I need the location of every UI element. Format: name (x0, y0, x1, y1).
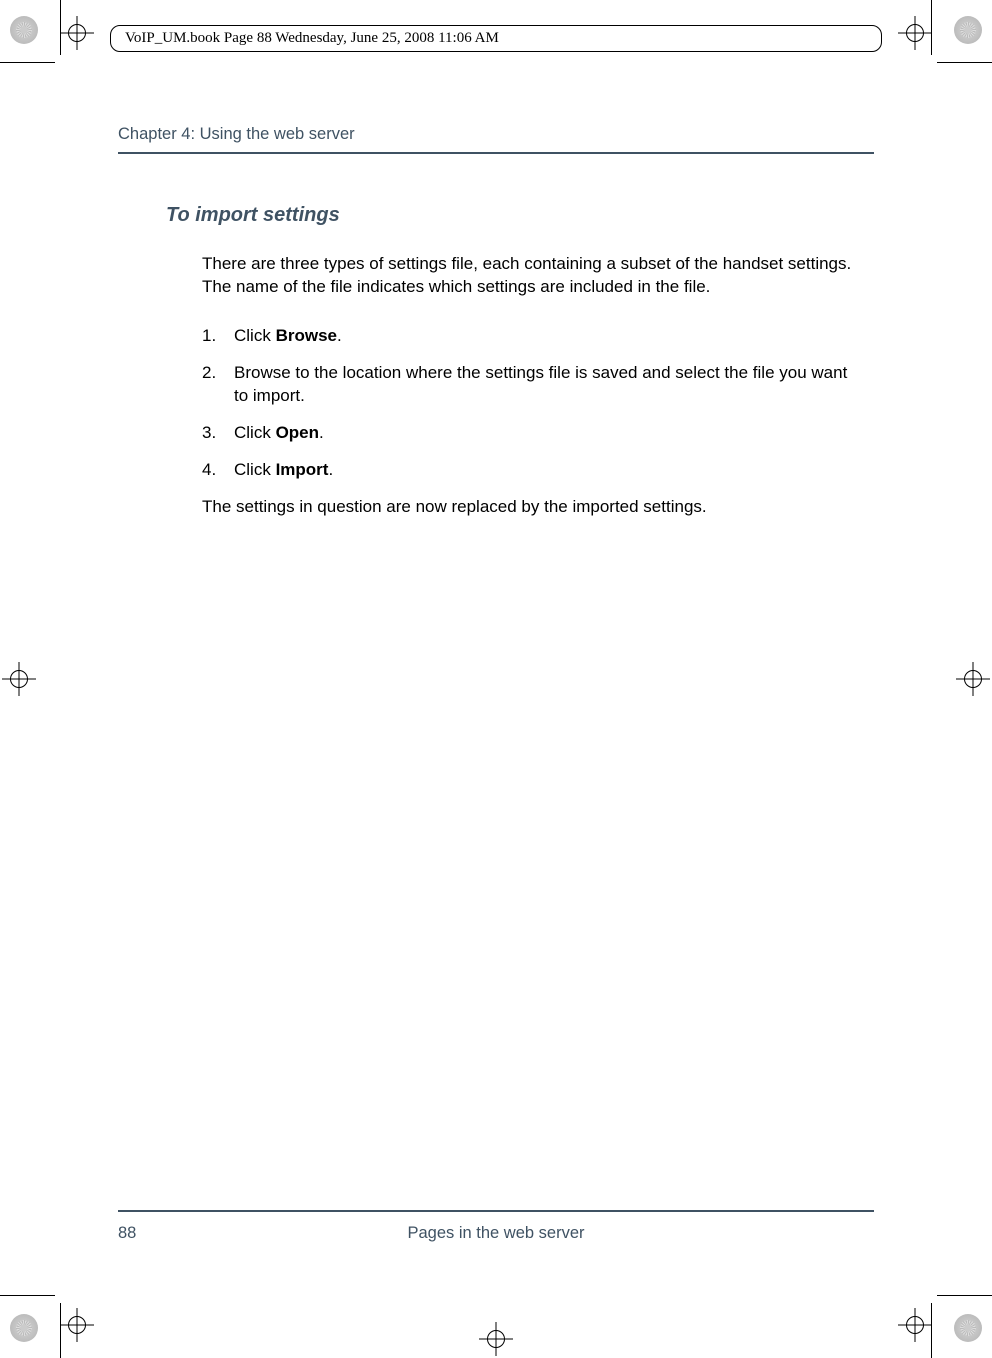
crop-mark-icon (10, 16, 38, 44)
crop-line (60, 0, 61, 55)
crop-line (931, 0, 932, 55)
crop-line (937, 1295, 992, 1296)
section-title: To import settings (166, 204, 874, 227)
crop-mark-icon (954, 16, 982, 44)
step-text: Click Browse. (234, 325, 854, 348)
step-number: 1. (202, 325, 234, 348)
crop-line (931, 1303, 932, 1358)
registration-mark-icon (898, 1308, 932, 1342)
crop-line (0, 1295, 55, 1296)
page-footer: 88 Pages in the web server (118, 1210, 874, 1243)
crop-line (0, 62, 55, 63)
registration-mark-icon (60, 16, 94, 50)
step-item: 1. Click Browse. (202, 325, 854, 348)
registration-mark-icon (956, 662, 990, 696)
step-item: 2. Browse to the location where the sett… (202, 362, 854, 408)
step-number: 2. (202, 362, 234, 408)
page-number: 88 (118, 1224, 136, 1243)
step-text: Browse to the location where the setting… (234, 362, 854, 408)
registration-mark-icon (898, 16, 932, 50)
document-meta: VoIP_UM.book Page 88 Wednesday, June 25,… (110, 25, 882, 52)
registration-mark-icon (60, 1308, 94, 1342)
crop-line (60, 1303, 61, 1358)
crop-mark-icon (954, 1314, 982, 1342)
step-text: Click Open. (234, 422, 854, 445)
registration-mark-icon (479, 1322, 513, 1356)
registration-mark-icon (2, 662, 36, 696)
step-item: 3. Click Open. (202, 422, 854, 445)
chapter-header: Chapter 4: Using the web server (118, 125, 874, 154)
step-number: 3. (202, 422, 234, 445)
intro-paragraph: There are three types of settings file, … (202, 253, 854, 299)
crop-mark-icon (10, 1314, 38, 1342)
page-content: Chapter 4: Using the web server To impor… (118, 125, 874, 1243)
step-item: 4. Click Import. (202, 459, 854, 482)
step-number: 4. (202, 459, 234, 482)
step-text: Click Import. (234, 459, 854, 482)
footer-title: Pages in the web server (118, 1224, 874, 1243)
outro-paragraph: The settings in question are now replace… (202, 496, 854, 519)
crop-line (937, 62, 992, 63)
